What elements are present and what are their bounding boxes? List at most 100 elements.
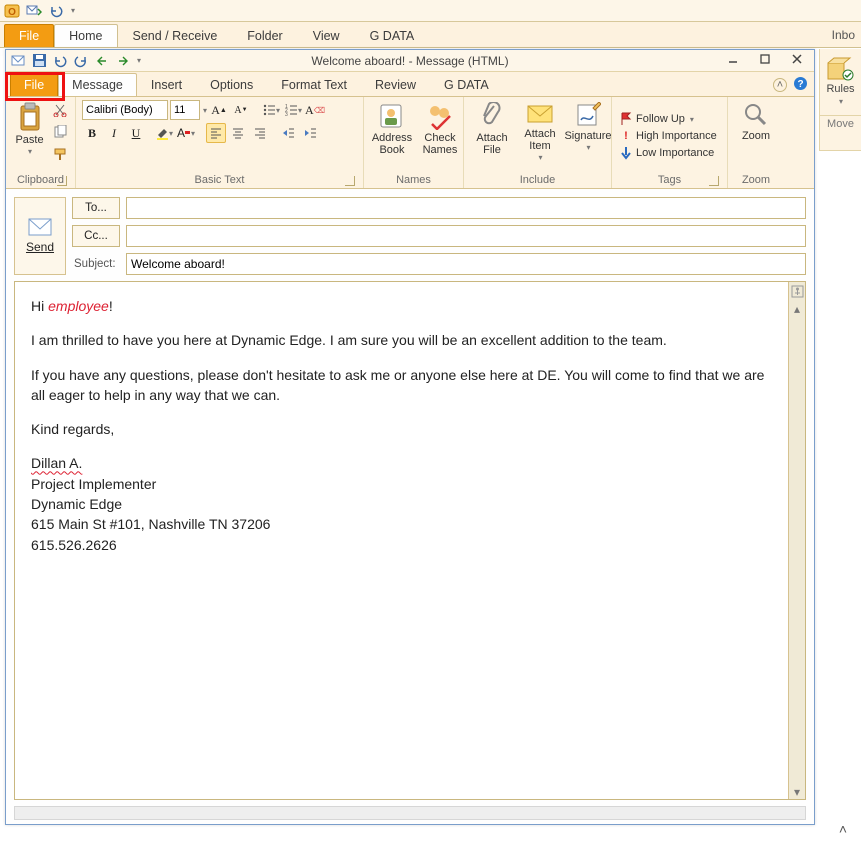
svg-text:?: ? bbox=[797, 79, 803, 90]
scroll-down-icon[interactable]: ▾ bbox=[790, 784, 805, 799]
attach-file-button[interactable]: Attach File bbox=[470, 100, 514, 158]
svg-text:O: O bbox=[8, 7, 16, 18]
outer-tab-home[interactable]: Home bbox=[54, 24, 117, 47]
ribbon-group-clipboard: Paste▾ Clipboard bbox=[6, 97, 76, 188]
outer-tab-sendreceive[interactable]: Send / Receive bbox=[118, 24, 233, 47]
low-importance-button[interactable]: Low Importance bbox=[618, 145, 716, 161]
ribbon-group-zoom: Zoom Zoom bbox=[728, 97, 784, 188]
message-body[interactable]: Hi employee! I am thrilled to have you h… bbox=[15, 282, 788, 799]
signature-block: Dillan A. Project Implementer Dynamic Ed… bbox=[31, 453, 772, 554]
paperclip-icon bbox=[480, 102, 504, 130]
ribbon-group-basictext: ▾ A▲ A▼ ▾ 123▾ A⌫ B I U ▾ A▾ bbox=[76, 97, 364, 188]
svg-text:3: 3 bbox=[285, 112, 288, 117]
outer-tab-file[interactable]: File bbox=[4, 24, 54, 47]
compose-tab-file[interactable]: File bbox=[10, 73, 58, 96]
address-book-icon bbox=[378, 102, 406, 130]
rules-icon[interactable] bbox=[826, 55, 856, 83]
check-names-button[interactable]: Check Names bbox=[418, 100, 462, 158]
compose-titlebar: ▾ Welcome aboard! - Message (HTML) bbox=[6, 50, 814, 72]
maximize-button[interactable] bbox=[750, 50, 780, 68]
close-button[interactable] bbox=[782, 50, 812, 68]
basictext-group-label: Basic Text bbox=[82, 172, 357, 188]
exclamation-icon: ! bbox=[620, 130, 632, 142]
bold-icon[interactable]: B bbox=[82, 123, 102, 143]
grow-font-icon[interactable]: A▲ bbox=[209, 100, 229, 120]
cc-button[interactable]: Cc... bbox=[72, 225, 120, 247]
italic-icon[interactable]: I bbox=[104, 123, 124, 143]
outer-ribbon-move-group: Rules ▾ Move bbox=[819, 49, 861, 151]
ribbon-minimize-icon[interactable]: ˄ bbox=[773, 78, 787, 92]
outer-tab-folder[interactable]: Folder bbox=[232, 24, 297, 47]
compose-qat-dropdown-icon[interactable]: ▾ bbox=[137, 56, 141, 65]
compose-tab-insert[interactable]: Insert bbox=[137, 73, 196, 96]
ribbon-group-tags: Follow Up▾ ! High Importance Low Importa… bbox=[612, 97, 728, 188]
basictext-dialog-launcher[interactable] bbox=[345, 176, 355, 186]
compose-tab-options[interactable]: Options bbox=[196, 73, 267, 96]
object-anchor-icon[interactable] bbox=[790, 284, 805, 299]
font-family-select[interactable] bbox=[82, 100, 168, 120]
font-size-select[interactable] bbox=[170, 100, 200, 120]
clipboard-dialog-launcher[interactable] bbox=[57, 176, 67, 186]
next-item-icon[interactable] bbox=[115, 53, 131, 69]
outer-quick-access-toolbar: O ▾ bbox=[0, 0, 861, 22]
qat-dropdown-icon[interactable]: ▾ bbox=[71, 6, 75, 15]
sig-title: Project Implementer bbox=[31, 476, 156, 492]
compose-tab-format[interactable]: Format Text bbox=[267, 73, 361, 96]
clear-formatting-icon[interactable]: A⌫ bbox=[305, 100, 325, 120]
body-scrollbar[interactable]: ▴ ▾ bbox=[788, 282, 805, 799]
bullets-icon[interactable]: ▾ bbox=[261, 100, 281, 120]
highlight-icon[interactable]: ▾ bbox=[154, 123, 174, 143]
compose-ribbon: Paste▾ Clipboard ▾ A▲ A▼ bbox=[6, 97, 814, 189]
reading-pane-collapse-icon[interactable]: ˄ bbox=[839, 821, 847, 837]
font-color-icon[interactable]: A▾ bbox=[176, 123, 196, 143]
body-closing: Kind regards, bbox=[31, 419, 772, 439]
outer-tab-view[interactable]: View bbox=[298, 24, 355, 47]
compose-tab-message[interactable]: Message bbox=[58, 73, 137, 96]
to-button[interactable]: To... bbox=[72, 197, 120, 219]
redo-icon[interactable] bbox=[73, 53, 89, 69]
format-painter-icon[interactable] bbox=[50, 144, 70, 164]
save-icon[interactable] bbox=[31, 53, 47, 69]
outer-tab-gdata[interactable]: G DATA bbox=[355, 24, 430, 47]
address-book-button[interactable]: Address Book bbox=[370, 100, 414, 158]
align-right-icon[interactable] bbox=[250, 123, 270, 143]
minimize-button[interactable] bbox=[718, 50, 748, 68]
undo-icon[interactable] bbox=[48, 3, 64, 19]
previous-item-icon[interactable] bbox=[94, 53, 110, 69]
sendall-icon[interactable] bbox=[26, 3, 42, 19]
compose-status-strip bbox=[14, 806, 806, 820]
align-center-icon[interactable] bbox=[228, 123, 248, 143]
undo-icon[interactable] bbox=[52, 53, 68, 69]
decrease-indent-icon[interactable] bbox=[278, 123, 298, 143]
ribbon-group-names: Address Book Check Names Names bbox=[364, 97, 464, 188]
compose-tab-review[interactable]: Review bbox=[361, 73, 430, 96]
underline-icon[interactable]: U bbox=[126, 123, 146, 143]
names-group-label: Names bbox=[370, 172, 457, 188]
cut-icon[interactable] bbox=[50, 100, 70, 120]
help-icon[interactable]: ? bbox=[793, 76, 808, 94]
down-arrow-icon bbox=[620, 146, 632, 160]
scroll-up-icon[interactable]: ▴ bbox=[790, 301, 805, 316]
zoom-button[interactable]: Zoom bbox=[734, 100, 778, 144]
align-left-icon[interactable] bbox=[206, 123, 226, 143]
send-button[interactable]: Send bbox=[14, 197, 66, 275]
subject-label: Subject: bbox=[72, 258, 120, 270]
cc-input[interactable] bbox=[126, 225, 806, 247]
message-body-container: Hi employee! I am thrilled to have you h… bbox=[14, 281, 806, 800]
subject-input[interactable] bbox=[126, 253, 806, 275]
to-input[interactable] bbox=[126, 197, 806, 219]
paste-button[interactable]: Paste▾ bbox=[11, 100, 47, 164]
tags-dialog-launcher[interactable] bbox=[709, 176, 719, 186]
clipboard-group-label: Clipboard bbox=[12, 172, 69, 188]
signature-button[interactable]: Signature▾ bbox=[566, 100, 610, 155]
ribbon-group-include: Attach File Attach Item▾ Signature▾ Incl… bbox=[464, 97, 612, 188]
shrink-font-icon[interactable]: A▼ bbox=[231, 100, 251, 120]
numbering-icon[interactable]: 123▾ bbox=[283, 100, 303, 120]
high-importance-button[interactable]: ! High Importance bbox=[618, 129, 719, 143]
rules-label[interactable]: Rules bbox=[820, 83, 861, 95]
compose-tab-gdata[interactable]: G DATA bbox=[430, 73, 503, 96]
follow-up-button[interactable]: Follow Up▾ bbox=[618, 111, 696, 127]
copy-icon[interactable] bbox=[50, 122, 70, 142]
attach-item-button[interactable]: Attach Item▾ bbox=[518, 100, 562, 165]
increase-indent-icon[interactable] bbox=[300, 123, 320, 143]
